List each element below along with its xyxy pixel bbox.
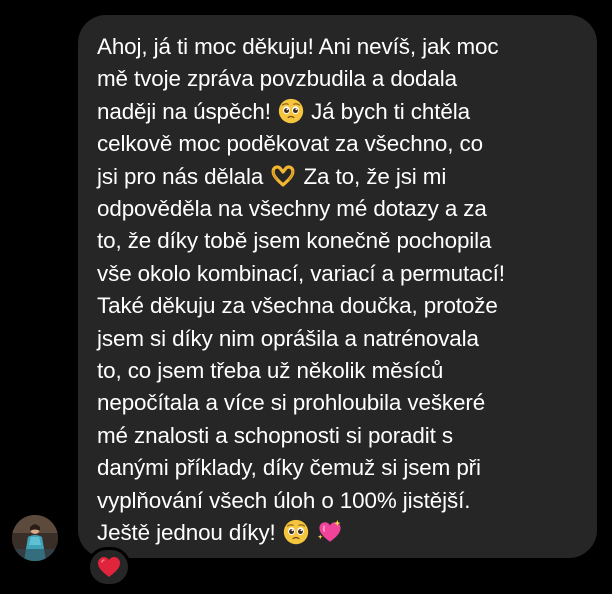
message-line: nepočítala a více si prohloubila veškeré: [97, 390, 486, 416]
avatar[interactable]: [12, 515, 58, 561]
message-line: danými příklady, díky čemuž si jsem při: [97, 455, 481, 481]
avatar-photo: [12, 515, 58, 561]
message-line: naději na úspěch!: [97, 98, 271, 124]
message-line: to, že díky tobě jsem konečně pochopila: [97, 228, 492, 254]
message-line: jsi pro nás dělala: [97, 163, 264, 189]
message-text: Ahoj, já ti moc děkuju! Ani nevíš, jak m…: [97, 31, 587, 550]
message-line: celkově moc poděkovat za všechno, co: [97, 131, 483, 157]
red-heart-icon: [98, 557, 120, 577]
heart-hands-emoji: [271, 165, 295, 187]
message-line: Za to, že jsi mi: [297, 163, 447, 189]
message-line: to, co jsem třeba už několik měsíců: [97, 358, 444, 384]
heart-reaction[interactable]: [87, 547, 131, 587]
message-line: jsem si díky nim oprášila a natrénovala: [97, 325, 479, 351]
message-line: mé znalosti a schopnosti si poradit s: [97, 422, 453, 448]
pleading-face-emoji: [283, 519, 308, 545]
message-line: odpověděla na všechny mé dotazy a za: [97, 196, 487, 222]
message-line: vše okolo kombinací, variací a permutací…: [97, 260, 505, 286]
message-line: Já bych ti chtěla: [304, 98, 470, 124]
message-line: vyplňování všech úloh o 100% jistější.: [97, 487, 471, 513]
message-line: Ještě jednou díky!: [97, 520, 276, 546]
pleading-face-emoji: [278, 98, 304, 123]
chat-screen: Ahoj, já ti moc děkuju! Ani nevíš, jak m…: [0, 0, 612, 594]
message-line: mě tvoje zpráva povzbudila a dodala: [97, 66, 457, 92]
sparkling-heart-emoji: [317, 519, 341, 542]
message-bubble[interactable]: Ahoj, já ti moc děkuju! Ani nevíš, jak m…: [78, 15, 597, 558]
message-line: Také děkuju za všechna doučka, protože: [97, 293, 498, 319]
message-line: Ahoj, já ti moc děkuju! Ani nevíš, jak m…: [97, 34, 499, 59]
